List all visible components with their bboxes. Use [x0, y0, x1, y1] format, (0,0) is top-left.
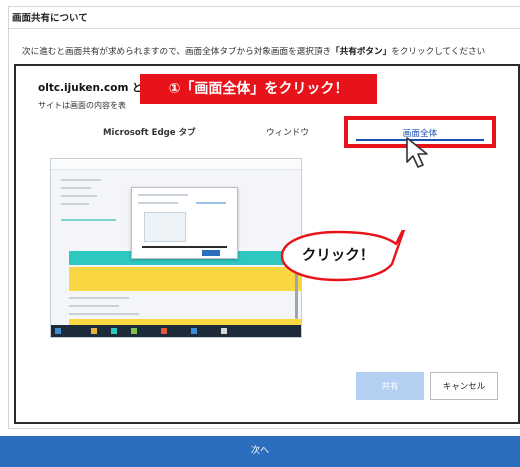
preview-button: [202, 250, 220, 256]
preview-taskbar-icon: [91, 328, 97, 334]
preview-dialog-window: [131, 187, 238, 259]
instruction-emphasis: 「共有ボタン」: [331, 47, 392, 57]
preview-taskbar-icon: [221, 328, 227, 334]
next-button[interactable]: 次へ: [0, 436, 520, 467]
preview-taskbar-icon: [55, 328, 61, 334]
tab-window[interactable]: ウィンドウ: [266, 126, 309, 138]
mouse-cursor-icon: [406, 137, 428, 168]
instruction-pre: 次に進むと画面共有が求められますので、画面全体タブから対象画面を選択頂き: [22, 47, 332, 57]
click-bubble-text: クリック！: [301, 248, 375, 264]
preview-text-line: [61, 219, 116, 221]
screen-preview-thumbnail[interactable]: [50, 158, 302, 338]
step-callout-banner: ①「画面全体」をクリック！: [140, 74, 377, 104]
preview-thumb: [144, 212, 186, 242]
preview-text-line: [69, 305, 119, 307]
preview-text-line: [61, 203, 89, 205]
preview-text-line: [138, 202, 178, 204]
share-source-tabs: Microsoft Edge タブ ウィンドウ 画面全体: [38, 116, 504, 148]
preview-text-line: [196, 202, 226, 204]
preview-text-line: [138, 194, 188, 196]
dialog-site-name: oltc.ijuken.com と: [38, 82, 143, 94]
preview-text-line: [142, 246, 227, 248]
preview-text-line: [61, 195, 97, 197]
instruction-text: 次に進むと画面共有が求められますので、画面全体タブから対象画面を選択頂き「共有ボ…: [22, 45, 485, 57]
preview-text-line: [61, 179, 101, 181]
click-speech-bubble: クリック！: [280, 222, 408, 284]
page-title: 画面共有について: [12, 13, 88, 24]
preview-taskbar: [51, 325, 301, 337]
preview-yellow-band: [69, 267, 301, 291]
preview-taskbar-icon: [161, 328, 167, 334]
preview-text-line: [69, 297, 129, 299]
tab-microsoft-edge[interactable]: Microsoft Edge タブ: [103, 126, 196, 138]
preview-taskbar-icon: [131, 328, 137, 334]
cancel-button[interactable]: キャンセル: [430, 372, 498, 400]
preview-browser-bar: [51, 159, 301, 170]
preview-taskbar-icon: [191, 328, 197, 334]
screen-share-dialog: oltc.ijuken.com と サイトは画面の内容を表 ①「画面全体」をクリ…: [14, 64, 520, 424]
preview-text-line: [69, 313, 139, 315]
dialog-site-description: サイトは画面の内容を表: [38, 101, 126, 110]
share-button[interactable]: 共有: [356, 372, 424, 400]
preview-text-line: [61, 187, 91, 189]
preview-taskbar-icon: [111, 328, 117, 334]
instruction-post: をクリックしてください: [391, 47, 486, 57]
title-divider: [9, 28, 520, 29]
